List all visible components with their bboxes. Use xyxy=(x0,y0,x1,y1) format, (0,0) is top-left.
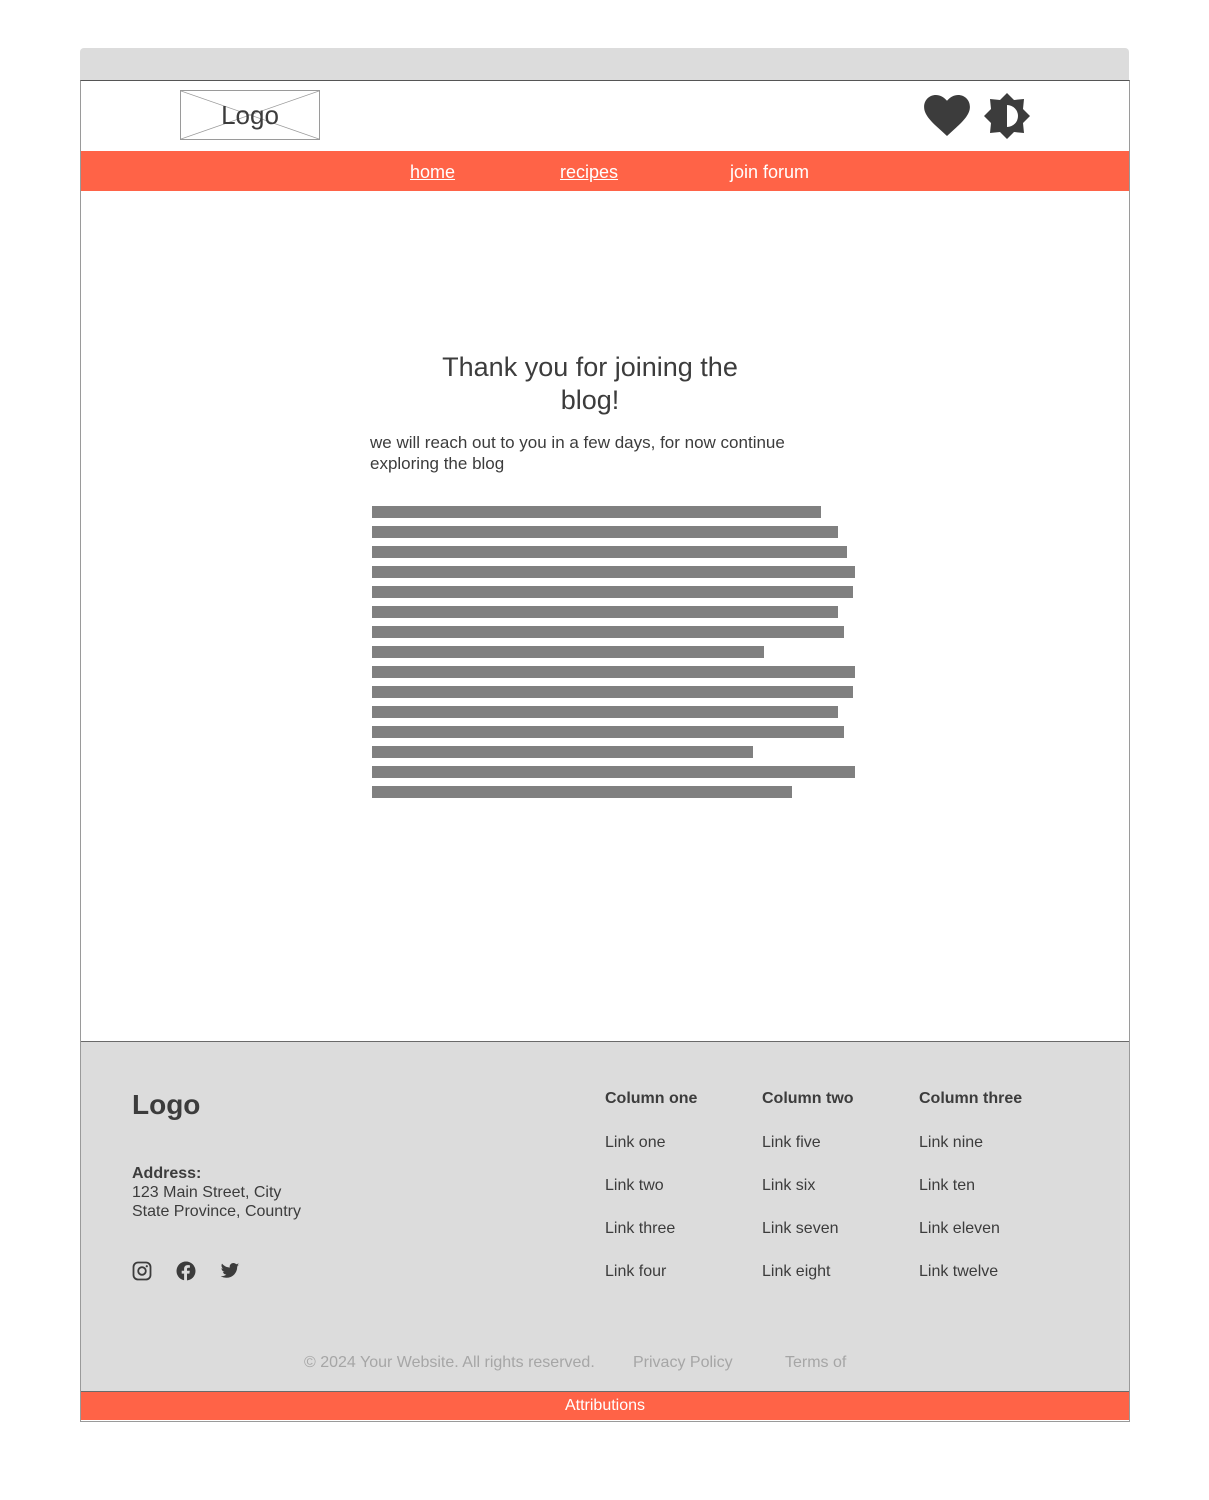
footer-address: Address: 123 Main Street, City State Pro… xyxy=(132,1164,301,1221)
instagram-icon[interactable] xyxy=(132,1261,152,1281)
placeholder-line xyxy=(372,706,838,718)
column-title: Column three xyxy=(919,1090,1023,1107)
placeholder-line xyxy=(372,626,844,638)
main-nav: home recipes join forum xyxy=(81,151,1129,191)
page-subtitle: we will reach out to you in a few days, … xyxy=(370,433,785,473)
column-title: Column one xyxy=(605,1090,698,1107)
terms-link[interactable]: Terms of xyxy=(785,1354,846,1372)
placeholder-line xyxy=(372,506,821,518)
column-title: Column two xyxy=(762,1090,854,1107)
placeholder-line xyxy=(372,646,764,658)
facebook-icon[interactable] xyxy=(176,1261,196,1281)
twitter-icon[interactable] xyxy=(220,1261,240,1281)
footer-column-two: Column two Link five Link six Link seven… xyxy=(762,1090,854,1306)
footer-link[interactable]: Link five xyxy=(762,1134,854,1153)
nav-home-link[interactable]: home xyxy=(410,162,455,183)
header-actions xyxy=(923,92,1031,140)
header-logo[interactable]: Logo xyxy=(180,90,320,140)
page-title: Thank you for joining the blog! xyxy=(442,352,738,415)
footer-link[interactable]: Link three xyxy=(605,1220,697,1239)
placeholder-line xyxy=(372,766,855,778)
site-header: Logo xyxy=(81,81,1129,151)
footer-link[interactable]: Link one xyxy=(605,1134,697,1153)
footer-link[interactable]: Link six xyxy=(762,1177,854,1196)
placeholder-line xyxy=(372,666,855,678)
social-links xyxy=(132,1261,240,1281)
nav-join-forum-link[interactable]: join forum xyxy=(730,162,809,183)
nav-recipes-link[interactable]: recipes xyxy=(560,162,618,183)
footer-link[interactable]: Link eight xyxy=(762,1263,854,1282)
privacy-policy-link[interactable]: Privacy Policy xyxy=(633,1354,733,1372)
placeholder-line xyxy=(372,786,792,798)
footer-link[interactable]: Link ten xyxy=(919,1177,1022,1196)
text-placeholder-block xyxy=(372,506,855,806)
footer-column-one: Column one Link one Link two Link three … xyxy=(605,1090,697,1306)
footer-link[interactable]: Link seven xyxy=(762,1220,854,1239)
address-line-1: 123 Main Street, City xyxy=(132,1184,282,1201)
placeholder-line xyxy=(372,686,853,698)
placeholder-line xyxy=(372,526,838,538)
footer-column-three: Column three Link nine Link ten Link ele… xyxy=(919,1090,1022,1306)
placeholder-line xyxy=(372,546,847,558)
browser-chrome-bar xyxy=(80,48,1129,80)
footer-link[interactable]: Link nine xyxy=(919,1134,1022,1153)
footer-link[interactable]: Link eleven xyxy=(919,1220,1022,1239)
placeholder-line xyxy=(372,726,844,738)
footer-link[interactable]: Link twelve xyxy=(919,1263,1022,1282)
footer-logo[interactable]: Logo xyxy=(132,1089,200,1121)
heart-icon[interactable] xyxy=(923,92,971,140)
footer-link[interactable]: Link four xyxy=(605,1263,697,1282)
footer-link[interactable]: Link two xyxy=(605,1177,697,1196)
placeholder-line xyxy=(372,746,753,758)
address-line-2: State Province, Country xyxy=(132,1203,301,1220)
placeholder-line xyxy=(372,606,838,618)
page-frame: Logo home recipes join forum Thank you f… xyxy=(80,80,1130,1422)
placeholder-line xyxy=(372,586,853,598)
attributions-bar: Attributions xyxy=(81,1391,1129,1420)
brightness-icon[interactable] xyxy=(983,92,1031,140)
attributions-link[interactable]: Attributions xyxy=(81,1397,1129,1415)
placeholder-line xyxy=(372,566,855,578)
header-logo-text: Logo xyxy=(221,99,279,130)
copyright-text: © 2024 Your Website. All rights reserved… xyxy=(304,1354,595,1371)
site-footer: Logo Address: 123 Main Street, City Stat… xyxy=(81,1041,1129,1392)
address-label: Address: xyxy=(132,1165,202,1182)
